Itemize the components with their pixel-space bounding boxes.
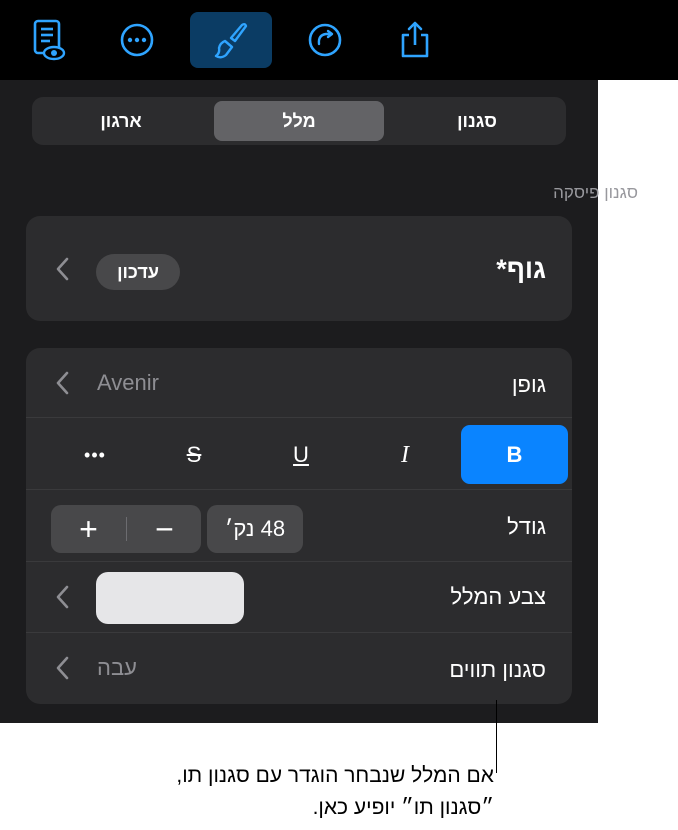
chevron-left-icon <box>54 370 70 396</box>
chevron-left-icon <box>54 256 70 282</box>
document-view-icon <box>32 19 66 61</box>
document-view-button[interactable] <box>8 12 90 68</box>
text-color-swatch[interactable] <box>96 572 244 624</box>
divider <box>26 417 572 418</box>
redo-button[interactable] <box>284 12 366 68</box>
paragraph-style-row[interactable]: עדכון גוף* <box>26 216 572 321</box>
size-label: גודל <box>507 514 546 539</box>
callout-line-1: אם המלל שנבחר הוגדר עם סגנון תו, <box>176 764 494 787</box>
chevron-left-icon <box>54 655 70 681</box>
bold-button[interactable]: B <box>461 425 568 484</box>
update-style-button[interactable]: עדכון <box>96 254 180 290</box>
redo-icon <box>307 22 343 58</box>
increase-size-button[interactable]: + <box>51 505 126 553</box>
toolbar <box>0 0 678 80</box>
font-label: גופן <box>511 372 546 397</box>
text-color-row[interactable]: צבע המלל <box>26 562 572 632</box>
more-icon <box>119 22 155 58</box>
callout-text: אם המלל שנבחר הוגדר עם סגנון תו, ״סגנון … <box>14 760 494 824</box>
size-value[interactable]: 48 נק׳ <box>207 505 303 553</box>
character-style-value: עבה <box>97 655 137 680</box>
decrease-size-button[interactable]: − <box>127 505 202 553</box>
paragraph-style-name: גוף* <box>496 254 546 284</box>
share-icon <box>398 20 432 60</box>
size-row: + − 48 נק׳ גודל <box>26 498 572 560</box>
callout-line-2: ״סגנון תו״ יופיע כאן. <box>312 796 494 819</box>
format-button[interactable] <box>190 12 272 68</box>
divider <box>26 489 572 490</box>
character-style-row[interactable]: עבה סגנון תווים <box>26 633 572 704</box>
underline-button[interactable]: U <box>266 425 336 485</box>
font-settings-card: Avenir גופן ••• S U I B + − 48 נק׳ גודל … <box>26 348 572 704</box>
tab-style[interactable]: סגנון <box>392 101 562 141</box>
chevron-left-icon <box>54 584 70 610</box>
size-stepper: + − <box>51 505 201 553</box>
more-styles-button[interactable]: ••• <box>60 425 130 485</box>
document-canvas <box>598 80 678 723</box>
font-row[interactable]: Avenir גופן <box>26 348 572 417</box>
italic-button[interactable]: I <box>370 425 440 485</box>
character-style-label: סגנון תווים <box>449 657 546 682</box>
tab-arrange[interactable]: ארגון <box>36 101 206 141</box>
paragraph-style-heading: סגנון פיסקה <box>553 183 638 202</box>
font-value: Avenir <box>97 370 159 395</box>
text-color-label: צבע המלל <box>450 584 546 609</box>
callout-line <box>496 700 497 773</box>
strikethrough-button[interactable]: S <box>159 425 229 485</box>
share-button[interactable] <box>374 12 456 68</box>
tab-text[interactable]: מלל <box>214 101 384 141</box>
format-brush-icon <box>211 20 251 60</box>
more-button[interactable] <box>96 12 178 68</box>
format-tabs: ארגון מלל סגנון <box>32 97 566 145</box>
